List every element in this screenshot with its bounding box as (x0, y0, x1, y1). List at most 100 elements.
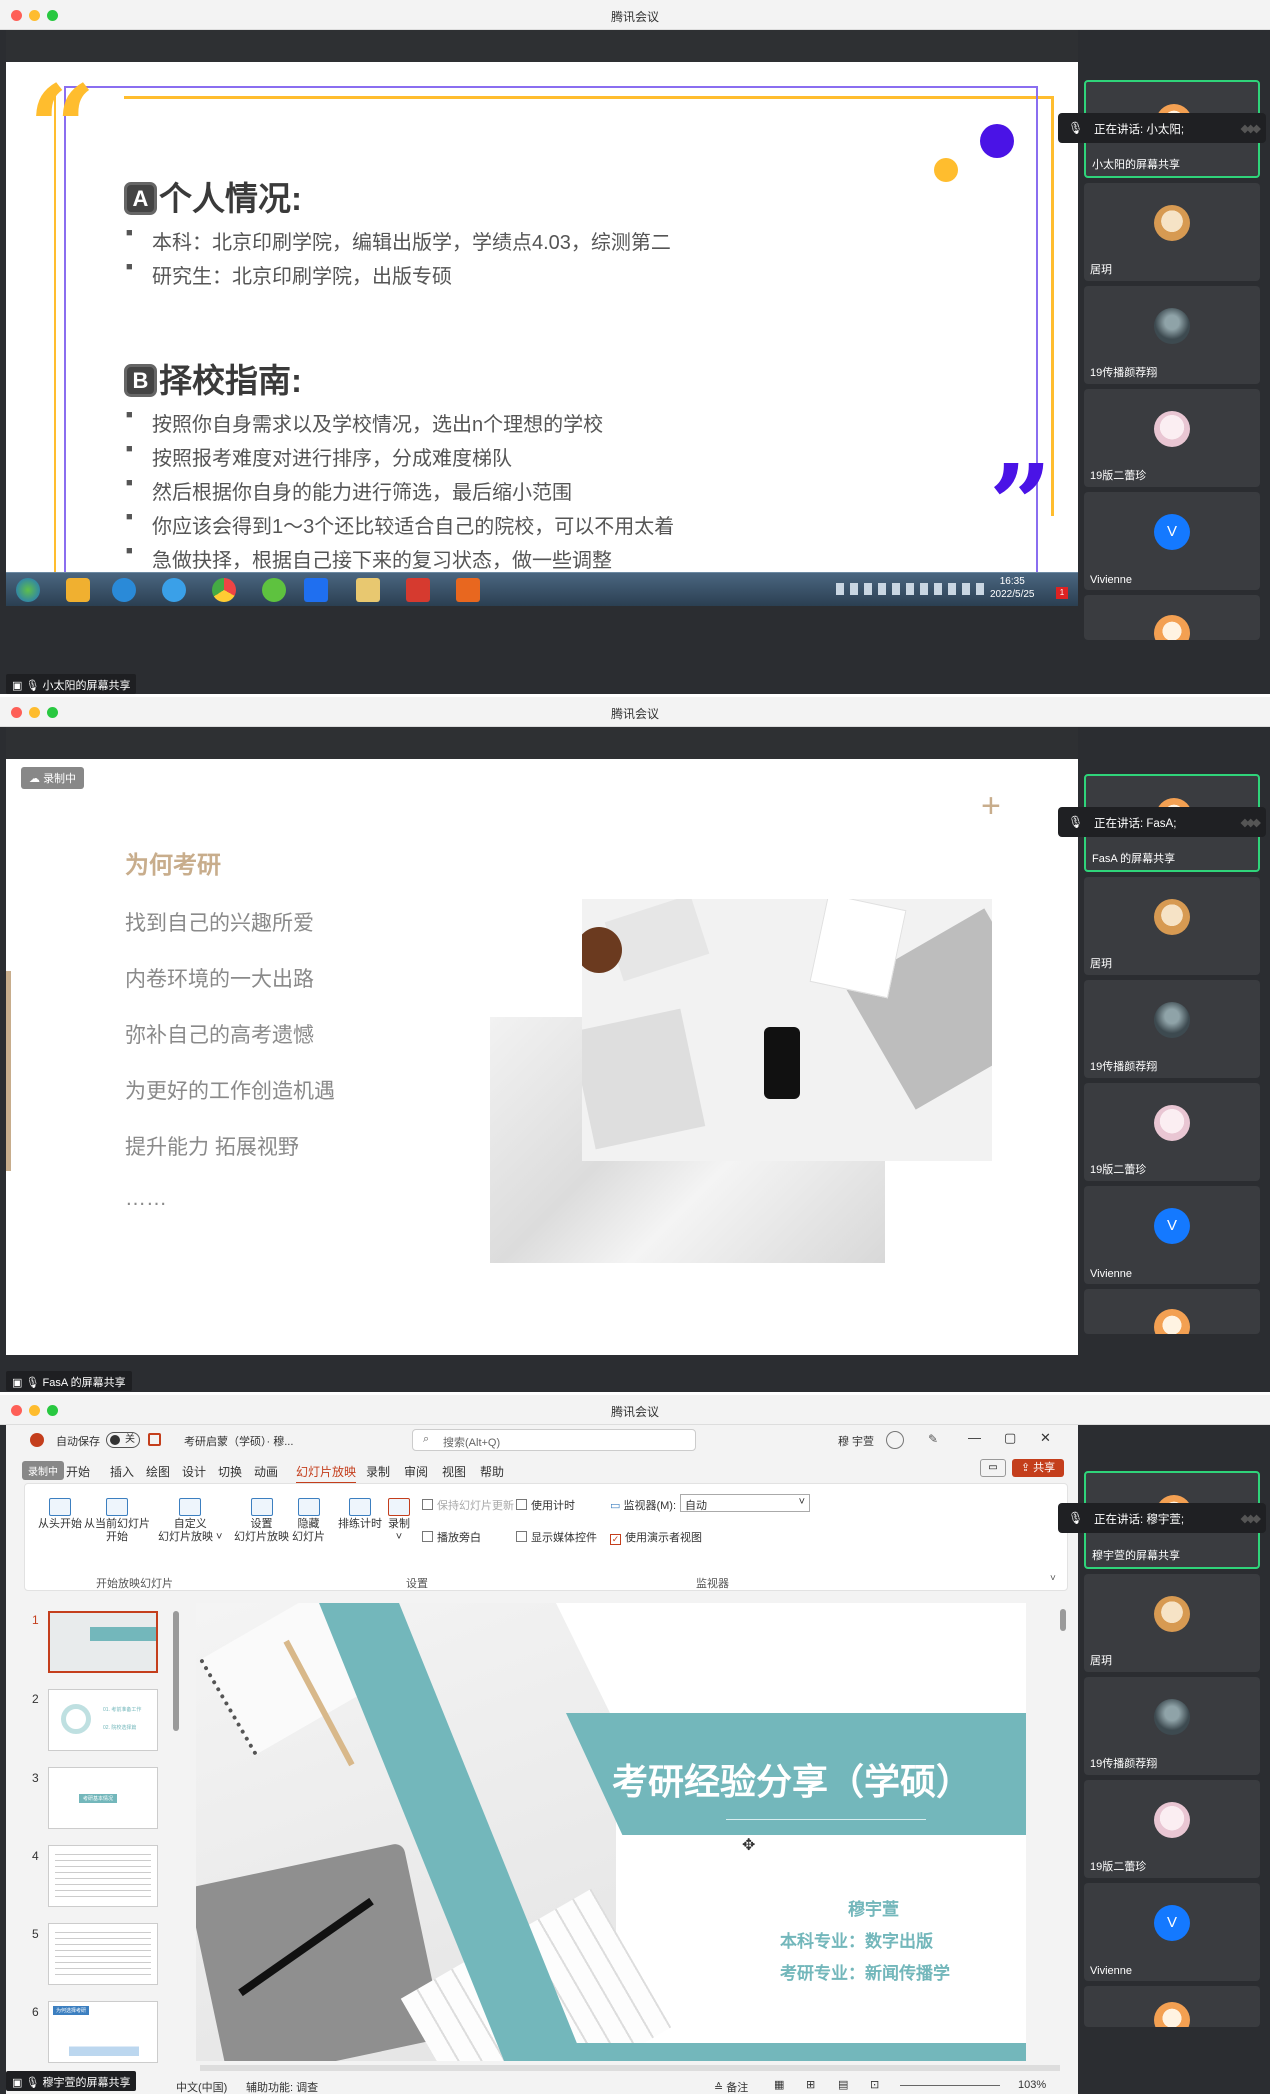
tab-record[interactable]: 录制 (366, 1463, 390, 1480)
slide-thumbnail[interactable] (48, 1845, 158, 1907)
autosave-toggle[interactable]: 关 (106, 1432, 140, 1448)
minimize-icon[interactable]: — (968, 1430, 981, 1445)
check-label: 显示媒体控件 (531, 1532, 597, 1544)
participant-tile[interactable]: 19版二蕾珍 (1084, 389, 1260, 487)
doc-title[interactable]: 考研启蒙（学硕）· 穆... (184, 1433, 293, 1449)
grad-major: 考研专业：新闻传播学 (780, 1964, 950, 1983)
rec-overlay[interactable]: 录制中 (22, 1461, 64, 1480)
hide-slide-button[interactable]: 隐藏 幻灯片 (292, 1498, 325, 1544)
keep-updated-checkbox[interactable]: 保持幻灯片更新 (422, 1497, 514, 1513)
app-icon-meeting[interactable] (304, 578, 328, 602)
participant-name: Vivienne (1090, 1965, 1132, 1977)
tab-help[interactable]: 帮助 (480, 1463, 504, 1480)
zoom-slider[interactable] (900, 2085, 1000, 2086)
slide-thumbnail[interactable]: 01. 考前准备工作 02. 院校选择篇 (48, 1689, 158, 1751)
user-name[interactable]: 穆 宇萱 (838, 1433, 874, 1449)
participant-tile[interactable]: V Vivienne (1084, 1883, 1260, 1981)
participant-tile[interactable]: 19传播颜荐翔 (1084, 1677, 1260, 1775)
lang-status[interactable]: 中文(中国) (176, 2079, 227, 2094)
start-button[interactable] (16, 578, 40, 602)
participant-tile[interactable]: V Vivienne (1084, 1186, 1260, 1284)
participant-tile[interactable]: 居玥 (1084, 877, 1260, 975)
slide-thumbnail[interactable] (48, 1611, 158, 1673)
participant-tile[interactable] (1084, 595, 1260, 640)
app-icon-chrome[interactable] (212, 578, 236, 602)
app-icon-wps[interactable] (406, 578, 430, 602)
participant-tile[interactable]: 19传播颜荐翔 (1084, 980, 1260, 1078)
notes-button[interactable]: ≙ 备注 (714, 2079, 748, 2094)
tab-transitions[interactable]: 切换 (218, 1463, 242, 1480)
app-icon-ie[interactable] (162, 578, 186, 602)
presenter-view-checkbox[interactable]: ✓ 使用演示者视图 (610, 1529, 702, 1545)
normal-view-icon[interactable]: ▦ (774, 2078, 784, 2091)
tab-design[interactable]: 设计 (182, 1463, 206, 1480)
restore-icon[interactable]: ▢ (1004, 1430, 1016, 1446)
reading-view-icon[interactable]: ▤ (838, 2078, 848, 2091)
search-box[interactable]: ⌕ 搜索(Alt+Q) (412, 1429, 696, 1451)
participant-tile[interactable]: 居玥 (1084, 183, 1260, 281)
use-timing-checkbox[interactable]: 使用计时 (516, 1497, 575, 1513)
comment-icon[interactable]: ▭ (980, 1459, 1006, 1477)
hscrollbar[interactable] (200, 2065, 1060, 2071)
slide-item: 为更好的工作创造机遇 (125, 1080, 335, 1103)
newspaper-image (582, 1008, 706, 1150)
thumbnail-scrollbar[interactable] (173, 1611, 179, 1731)
section-b-title-text: 择校指南: (159, 362, 302, 399)
narration-checkbox[interactable]: 播放旁白 (422, 1529, 481, 1545)
ribbon-label: 从当前幻灯片 开始 (84, 1518, 150, 1543)
tab-draw[interactable]: 绘图 (146, 1463, 170, 1480)
meeting-window-3: 腾讯会议 自动保存 关 考研启蒙（学硕）· 穆... ⌕ 搜索(Alt+Q) 穆 … (0, 1395, 1270, 2094)
slide-canvas[interactable]: 考研经验分享（学硕） 穆宇萱 本科专业：数字出版 考研专业：新闻传播学 ✥ (196, 1603, 1026, 2061)
slide-thumbnail[interactable]: 考研基本情况 (48, 1767, 158, 1829)
play-current-icon (106, 1498, 128, 1516)
zoom-level[interactable]: 103% (1018, 2079, 1046, 2091)
app-icon-paint[interactable] (66, 578, 90, 602)
slide-thumbnail[interactable] (48, 1923, 158, 1985)
accessibility-status[interactable]: 辅助功能: 调查 (246, 2079, 318, 2094)
from-beginning-button[interactable]: 从头开始 (38, 1498, 82, 1531)
from-current-button[interactable]: 从当前幻灯片 开始 (84, 1498, 150, 1544)
sorter-view-icon[interactable]: ⊞ (806, 2078, 815, 2091)
slideshow-view-icon[interactable]: ⊡ (870, 2078, 879, 2091)
close-icon[interactable]: ✕ (1040, 1430, 1051, 1446)
checkbox-box (422, 1499, 433, 1510)
setup-show-button[interactable]: 设置 幻灯片放映 (234, 1498, 289, 1544)
app-icon-ppt[interactable] (456, 578, 480, 602)
participant-tile[interactable]: 19传播颜荐翔 (1084, 286, 1260, 384)
tab-animations[interactable]: 动画 (254, 1463, 278, 1480)
media-controls-checkbox[interactable]: 显示媒体控件 (516, 1529, 597, 1545)
tab-view[interactable]: 视图 (442, 1463, 466, 1480)
record-button[interactable]: 录制 ˅ (388, 1498, 410, 1544)
participant-tile[interactable]: V Vivienne (1084, 492, 1260, 590)
participant-tile[interactable]: 19版二蕾珍 (1084, 1780, 1260, 1878)
thumb-text: 01. 考前准备工作 (103, 1707, 142, 1713)
recording-badge[interactable]: ☁ 录制中 (21, 767, 85, 789)
app-icon-360[interactable] (262, 578, 286, 602)
slide-number: 6 (32, 2005, 39, 2019)
speaking-text: 正在讲话: 穆宇萱; (1094, 1514, 1185, 1526)
monitor-select[interactable]: 自动 ˅ (680, 1494, 810, 1512)
tab-insert[interactable]: 插入 (110, 1463, 134, 1480)
powerpoint-window: 自动保存 关 考研启蒙（学硕）· 穆... ⌕ 搜索(Alt+Q) 穆 宇萱 ✎ … (6, 1425, 1078, 2079)
app-icon-folder[interactable] (356, 578, 380, 602)
notification-badge[interactable]: 1 (1056, 587, 1068, 599)
save-icon[interactable] (148, 1433, 161, 1446)
participant-tile[interactable] (1084, 1289, 1260, 1334)
slide-scrollbar[interactable] (1060, 1609, 1066, 1631)
custom-show-button[interactable]: 自定义 幻灯片放映 ˅ (158, 1498, 222, 1544)
pen-icon[interactable]: ✎ (928, 1432, 938, 1446)
tab-slideshow[interactable]: 幻灯片放映 (296, 1463, 357, 1484)
meeting-window-1: 腾讯会议 “ A个人情况: 本科：北京印刷学院，编辑出版学，学绩点4.03，综测… (0, 0, 1270, 694)
participant-tile[interactable]: 居玥 (1084, 1574, 1260, 1672)
notes-label: 备注 (726, 2082, 749, 2094)
collapse-ribbon-icon[interactable]: ˅ (1050, 1573, 1056, 1584)
tab-review[interactable]: 审阅 (404, 1463, 428, 1480)
rehearse-timings-button[interactable]: 排练计时 (338, 1498, 382, 1531)
slide-thumbnail[interactable]: 为何选择考研 (48, 2001, 158, 2063)
tab-home[interactable]: 开始 (66, 1463, 90, 1480)
participant-tile[interactable]: 19版二蕾珍 (1084, 1083, 1260, 1181)
participant-tile[interactable] (1084, 1986, 1260, 2027)
user-avatar-icon[interactable] (886, 1431, 904, 1449)
share-button[interactable]: ⇪ 共享 (1012, 1459, 1064, 1477)
app-icon-ie-old[interactable] (112, 578, 136, 602)
